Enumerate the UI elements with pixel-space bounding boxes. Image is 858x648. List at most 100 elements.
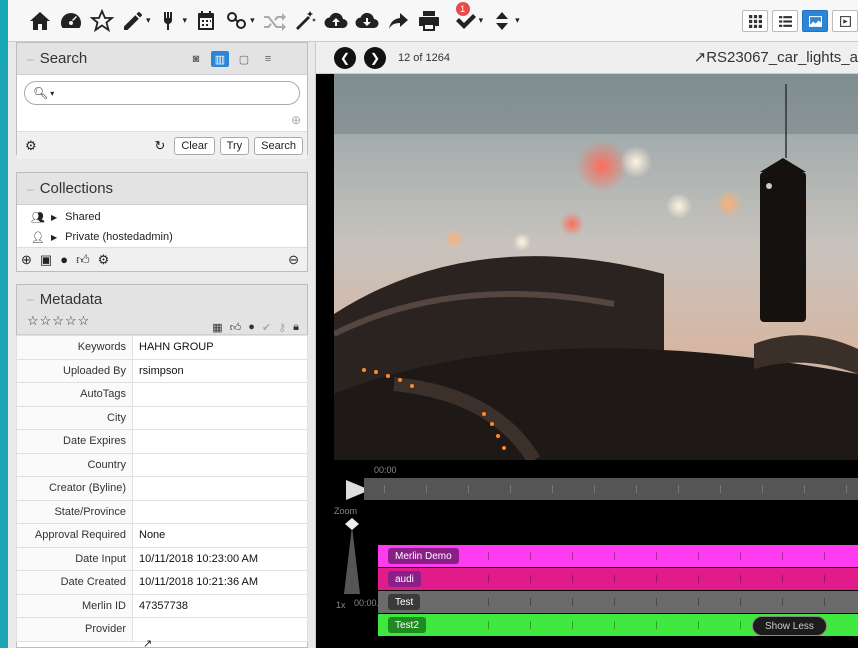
metadata-panel-header[interactable]: – Metadata	[17, 285, 307, 313]
grid-view-button[interactable]	[742, 10, 768, 32]
metadata-actions: ▦ 👍︎ ● ✔ ⚷ 🔒︎	[205, 321, 299, 334]
link-icon[interactable]: ▾	[225, 6, 255, 36]
search-icon[interactable]: 🔍︎	[33, 86, 48, 100]
document-icon[interactable]: ▢	[235, 51, 253, 67]
metadata-value[interactable]	[132, 617, 308, 642]
thumbs-up-icon[interactable]: 👍︎	[76, 252, 90, 268]
magic-wand-icon[interactable]	[293, 6, 317, 36]
track-label[interactable]: Test2	[388, 617, 426, 633]
sort-icon[interactable]: ▾	[490, 6, 520, 36]
track-label[interactable]: Merlin Demo	[388, 548, 459, 564]
metadata-value[interactable]: 10/11/2018 10:21:36 AM	[132, 570, 308, 595]
grid-icon[interactable]: ▦	[212, 321, 222, 334]
metadata-row: Date Input 10/11/2018 10:23:00 AM	[16, 546, 308, 571]
home-icon[interactable]	[28, 6, 52, 36]
star-rating[interactable]: ☆☆☆☆☆	[27, 313, 90, 328]
print-icon[interactable]	[417, 6, 441, 36]
key-icon[interactable]: ⚷	[278, 321, 286, 334]
expand-icon[interactable]: ▶	[51, 233, 57, 242]
calendar-icon[interactable]	[194, 6, 218, 36]
comment-icon[interactable]: ●	[60, 252, 68, 267]
search-input[interactable]: 🔍︎ ▾	[24, 81, 300, 105]
camera-icon[interactable]: ◙	[187, 51, 205, 67]
shuffle-icon[interactable]	[262, 6, 286, 36]
folder-icon[interactable]: ▣	[40, 252, 52, 268]
cloud-download-icon[interactable]	[355, 6, 379, 36]
tool-icon[interactable]: ▾	[158, 6, 187, 36]
show-less-button[interactable]: Show Less	[752, 616, 827, 636]
next-button[interactable]: ❯	[364, 46, 386, 69]
list-view-button[interactable]	[772, 10, 798, 32]
gear-icon[interactable]: ⚙	[25, 138, 37, 154]
metadata-key: Approval Required	[16, 523, 133, 548]
metadata-row: AutoTags	[16, 382, 308, 407]
timeline-tick	[846, 485, 847, 493]
timeline-scrubber[interactable]	[364, 478, 858, 500]
share-icon[interactable]	[386, 6, 410, 36]
metadata-value[interactable]: 10/11/2018 10:23:00 AM	[132, 546, 308, 571]
dashboard-icon[interactable]	[59, 6, 83, 36]
timeline-track[interactable]: Test	[378, 591, 858, 613]
remove-icon[interactable]: ⊖	[288, 252, 299, 268]
track-label[interactable]: audi	[388, 571, 421, 587]
search-panel-title: Search	[39, 50, 88, 67]
metadata-value[interactable]	[132, 452, 308, 477]
cloud-upload-icon[interactable]	[324, 6, 348, 36]
timeline-track[interactable]: audi	[378, 568, 858, 590]
edit-icon[interactable]: ▾	[121, 6, 151, 36]
gear-icon[interactable]: ⚙	[98, 252, 110, 268]
metadata-key: Uploaded By	[16, 358, 133, 383]
metadata-value[interactable]	[132, 405, 308, 430]
try-button[interactable]: Try	[219, 136, 250, 155]
thumbs-up-icon[interactable]: 👍︎	[230, 321, 242, 334]
refresh-icon[interactable]: ↻	[154, 138, 165, 154]
metadata-value[interactable]	[132, 499, 308, 524]
external-link-icon[interactable]: ↗	[143, 637, 152, 648]
zoom-slider[interactable]: Zoom 1x	[334, 506, 362, 610]
track-tick	[572, 621, 573, 629]
timeline-track[interactable]: Merlin Demo	[378, 545, 858, 567]
metadata-value[interactable]	[132, 382, 308, 407]
search-button[interactable]: Search	[254, 136, 303, 155]
check-circle-icon[interactable]: ✔	[262, 321, 271, 334]
collections-panel: – Collections 👥︎ ▶ Shared 👤︎ ▶ Private (…	[16, 172, 308, 272]
comment-icon[interactable]: ●	[248, 321, 255, 334]
star-icon[interactable]	[90, 6, 114, 36]
chevron-down-icon: ▾	[146, 15, 151, 25]
metadata-key: State/Province	[16, 499, 133, 524]
track-tick	[782, 598, 783, 606]
track-tick	[656, 575, 657, 583]
asset-preview-image[interactable]	[334, 74, 858, 460]
add-icon[interactable]: ⊕	[21, 252, 32, 268]
metadata-value[interactable]: HAHN GROUP	[132, 335, 308, 360]
collection-item-shared[interactable]: 👥︎ ▶ Shared	[17, 207, 307, 227]
metadata-row: City	[16, 405, 308, 430]
metadata-row: Date Created 10/11/2018 10:21:36 AM	[16, 570, 308, 595]
metadata-value[interactable]: None	[132, 523, 308, 548]
expand-icon[interactable]: ▶	[51, 213, 57, 222]
add-criteria-icon[interactable]: ⊕	[291, 113, 301, 127]
lines-icon[interactable]: ≡	[259, 51, 277, 67]
collection-item-private[interactable]: 👤︎ ▶ Private (hostedadmin)	[17, 227, 307, 247]
metadata-value[interactable]: 47357738	[132, 593, 308, 618]
clear-button[interactable]: Clear	[174, 136, 215, 155]
lock-icon[interactable]: 🔒︎	[293, 321, 299, 334]
search-add-row: ⊕	[17, 111, 307, 131]
metadata-value[interactable]	[132, 476, 308, 501]
metadata-value[interactable]	[132, 429, 308, 454]
previous-button[interactable]: ❮	[334, 46, 356, 69]
metadata-key: AutoTags	[16, 382, 133, 407]
check-icon[interactable]: 1 ▾	[454, 1, 483, 36]
filmstrip-icon[interactable]: ▥	[211, 51, 229, 67]
metadata-value[interactable]: rsimpson	[132, 358, 308, 383]
slideshow-view-button[interactable]	[832, 10, 858, 32]
track-tick	[614, 552, 615, 560]
image-view-button[interactable]	[802, 10, 828, 32]
track-label[interactable]: Test	[388, 594, 421, 610]
metadata-row: Approval Required None	[16, 523, 308, 548]
collections-panel-header[interactable]: – Collections	[17, 173, 307, 205]
timeline-tick	[636, 485, 637, 493]
file-name-link[interactable]: ↗RS23067_car_lights_a	[694, 48, 858, 66]
grid-icon	[748, 14, 762, 28]
car-lights-photo	[334, 74, 858, 460]
